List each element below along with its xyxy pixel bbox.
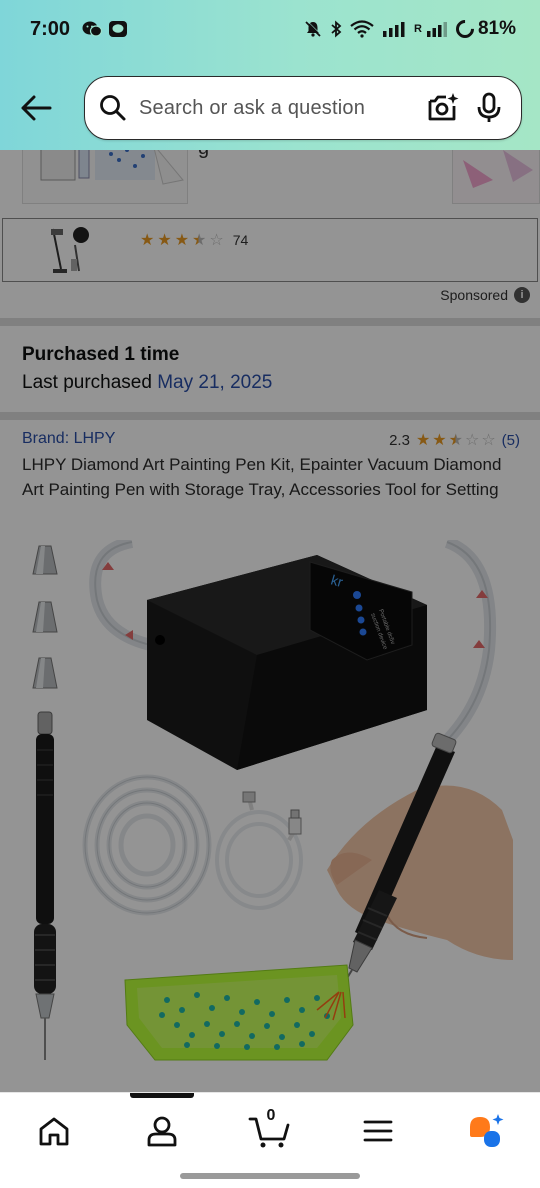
top-header: 7:00 R 81% Search or ask a question <box>0 0 540 150</box>
search-bar[interactable]: Search or ask a question <box>84 76 522 140</box>
microphone-icon <box>477 92 501 122</box>
sponsored-product-card[interactable] <box>2 218 538 282</box>
rating-value: 2.3 <box>389 431 410 449</box>
last-purchased-date-link[interactable]: May 21, 2025 <box>157 372 272 393</box>
sponsored-rating-count: 74 <box>232 232 249 248</box>
section-divider <box>0 318 540 326</box>
search-input[interactable]: Search or ask a question <box>139 97 415 120</box>
carousel-product-image[interactable] <box>22 150 188 204</box>
last-purchased-label: Last purchased <box>22 372 158 393</box>
mute-icon <box>305 20 322 37</box>
notification-icons <box>82 20 128 38</box>
bluetooth-icon <box>331 20 342 38</box>
wechat-icon <box>82 21 103 37</box>
search-icon <box>100 95 126 121</box>
nav-menu[interactable] <box>354 1109 402 1153</box>
nav-home[interactable] <box>30 1109 78 1153</box>
star-empty-icon: ☆ <box>481 432 495 449</box>
sponsored-rating[interactable]: ★ ★ ★ ★ ☆ 74 <box>140 230 248 250</box>
diamond-tools-thumbnail <box>40 150 184 185</box>
star-half-icon: ★ <box>448 432 463 449</box>
status-time: 7:00 <box>30 17 71 40</box>
bottom-navigation: 0 <box>0 1092 540 1188</box>
product-title[interactable]: LHPY Diamond Art Painting Pen Kit, Epain… <box>22 453 522 502</box>
voice-search-button[interactable] <box>471 90 507 126</box>
star-half-icon: ★ <box>192 232 206 249</box>
nav-cart[interactable]: 0 <box>246 1107 294 1153</box>
home-icon <box>39 1117 69 1146</box>
status-bar: 7:00 R 81% <box>0 0 540 58</box>
star-full-icon: ★ <box>415 432 430 449</box>
sponsored-text: Sponsored <box>440 287 508 303</box>
active-tab-indicator <box>130 1093 194 1098</box>
battery-percent: 81% <box>477 18 516 39</box>
product-rating[interactable]: 2.3 ★ ★ ★ ☆ ☆ (5) <box>389 430 520 450</box>
signal-icon-2 <box>426 22 447 37</box>
star-empty-icon: ☆ <box>464 432 479 449</box>
star-full-icon: ★ <box>174 232 189 249</box>
system-home-indicator[interactable] <box>180 1173 360 1179</box>
section-divider-2 <box>0 412 540 420</box>
search-row: Search or ask a question <box>0 70 540 146</box>
back-arrow-icon <box>21 95 52 121</box>
status-right: R 81% <box>304 16 516 42</box>
nav-account[interactable] <box>138 1109 186 1153</box>
nav-rufus[interactable] <box>462 1109 510 1153</box>
page-content: g ★ ★ ★ ★ ☆ 74 Sponsored i Purchased 1 t… <box>0 150 540 1092</box>
purchase-history: Purchased 1 time Last purchased May 21, … <box>22 344 272 394</box>
account-icon <box>147 1116 177 1147</box>
pink-tool-thumbnail <box>463 150 533 188</box>
star-empty-icon: ☆ <box>209 232 223 249</box>
brand-link[interactable]: Brand: LHPY <box>22 430 115 448</box>
camera-search-button[interactable] <box>425 90 461 126</box>
signal-icon <box>383 22 405 37</box>
star-full-icon: ★ <box>140 232 154 249</box>
cart-count-badge: 0 <box>266 1107 276 1124</box>
messages-icon <box>109 21 128 37</box>
review-count-link[interactable]: (5) <box>502 432 520 449</box>
diamond-pen-kit-image: kr Portable dc5v suction device <box>32 540 513 1061</box>
back-button[interactable] <box>10 82 62 134</box>
sponsored-label[interactable]: Sponsored i <box>440 287 530 303</box>
star-full-icon: ★ <box>157 232 171 249</box>
info-icon: i <box>514 287 530 303</box>
last-purchased: Last purchased May 21, 2025 <box>22 372 272 394</box>
svg-text:g: g <box>198 150 209 159</box>
rufus-ai-icon <box>470 1114 504 1147</box>
camera-icon <box>428 93 459 121</box>
purchased-count: Purchased 1 time <box>22 344 180 365</box>
menu-icon <box>363 1120 393 1142</box>
vacuum-product-thumbnail <box>51 227 89 273</box>
wifi-icon <box>350 20 374 38</box>
roaming-label: R <box>414 23 422 35</box>
title-fragment: g <box>198 150 209 159</box>
carousel-product-image-2[interactable] <box>452 150 540 204</box>
star-full-icon: ★ <box>432 432 446 449</box>
battery-icon <box>452 16 478 42</box>
product-image[interactable]: kr Portable dc5v suction device <box>27 540 513 1064</box>
